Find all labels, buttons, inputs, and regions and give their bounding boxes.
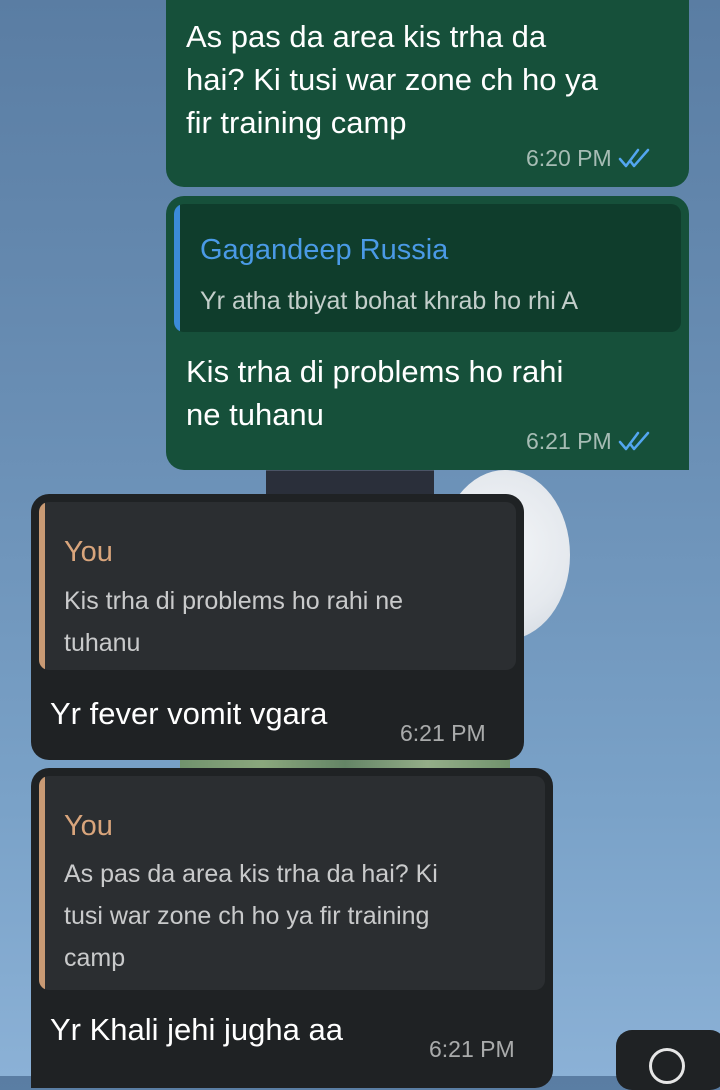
message-timestamp: 6:21 PM <box>400 720 486 746</box>
reply-quote-text: Kis trha di problems ho rahi ne tuhanu <box>64 587 404 657</box>
message-text: As pas da area kis trha da hai? Ki tusi … <box>186 19 598 140</box>
message-bubble-outgoing[interactable]: As pas da area kis trha da hai? Ki tusi … <box>166 0 689 187</box>
message-bubble-incoming[interactable]: You Kis trha di problems ho rahi ne tuha… <box>31 494 524 760</box>
reply-quote-sender: Gagandeep Russia <box>200 234 449 266</box>
message-bubble-incoming[interactable]: You As pas da area kis trha da hai? Ki t… <box>31 768 553 1088</box>
chevron-down-circle-icon <box>649 1048 685 1084</box>
message-text: Yr fever vomit vgara <box>50 696 328 731</box>
reply-quote[interactable]: You As pas da area kis trha da hai? Ki t… <box>39 776 545 990</box>
message-text: Yr Khali jehi jugha aa <box>50 1012 343 1047</box>
reply-quote-text: As pas da area kis trha da hai? Ki tusi … <box>64 860 438 972</box>
message-text: Kis trha di problems ho rahi ne tuhanu <box>186 354 564 432</box>
reply-quote-bar <box>174 204 180 332</box>
reply-quote-bar <box>39 776 45 990</box>
reply-quote-sender: You <box>64 536 113 568</box>
message-timestamp: 6:20 PM <box>526 145 652 175</box>
message-timestamp: 6:21 PM <box>429 1036 515 1062</box>
double-check-icon <box>618 147 652 175</box>
double-check-icon <box>618 430 652 458</box>
reply-quote-bar <box>39 502 45 670</box>
reply-quote-text: Yr atha tbiyat bohat khrab ho rhi A <box>200 287 579 315</box>
tower-image <box>266 468 434 497</box>
reply-quote-sender: You <box>64 810 113 842</box>
reply-quote[interactable]: Gagandeep Russia Yr atha tbiyat bohat kh… <box>174 204 681 332</box>
reply-quote[interactable]: You Kis trha di problems ho rahi ne tuha… <box>39 502 516 670</box>
scroll-to-bottom-button[interactable] <box>616 1030 720 1090</box>
message-timestamp: 6:21 PM <box>526 428 652 458</box>
message-bubble-outgoing[interactable]: Gagandeep Russia Yr atha tbiyat bohat kh… <box>166 196 689 470</box>
